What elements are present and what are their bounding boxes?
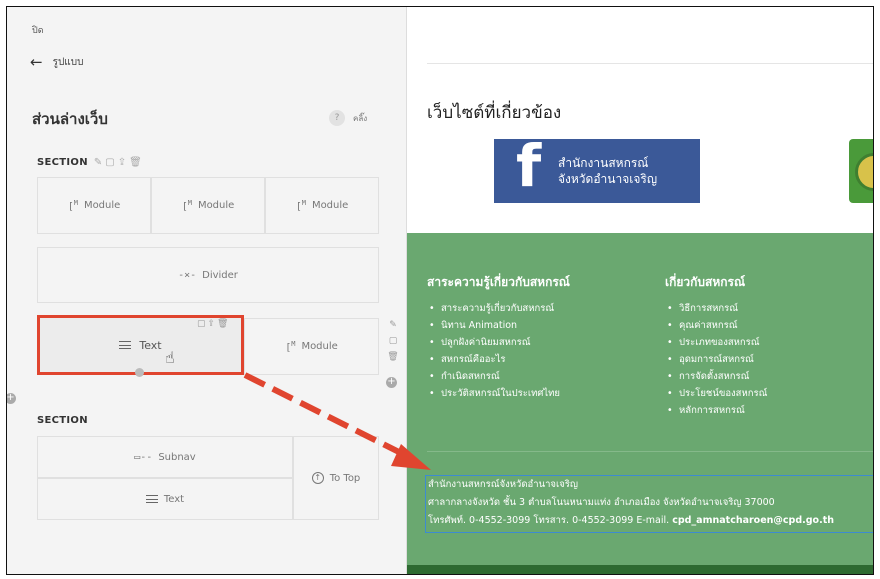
footer-link-item[interactable]: วิธีการสหกรณ์ xyxy=(665,300,767,317)
cooperative-seal-logo[interactable] xyxy=(849,139,873,203)
close-link[interactable]: ปิด xyxy=(32,23,44,37)
module-block-4[interactable]: [M Module xyxy=(244,318,379,375)
facebook-banner[interactable]: f สำนักงานสหกรณ์ จังหวัดอำนาจเจริญ xyxy=(494,132,700,203)
module-label: Module xyxy=(301,341,338,352)
editor-panel: ปิด ← รูปแบบ ส่วนล่างเว็บ ? คลิ๊ง SECTIO… xyxy=(7,7,407,574)
footer-col-2: เกี่ยวกับสหกรณ์ วิธีการสหกรณ์คุณค่าสหกรณ… xyxy=(665,273,767,419)
screenshot-frame: ปิด ← รูปแบบ ส่วนล่างเว็บ ? คลิ๊ง SECTIO… xyxy=(6,6,874,575)
module-label: Module xyxy=(197,200,235,211)
module-icon: [M xyxy=(67,198,78,213)
footer-link-item[interactable]: นิทาน Animation xyxy=(427,317,570,334)
module-block-1[interactable]: [M Module xyxy=(37,177,151,234)
footer-link-item[interactable]: ประวัติสหกรณ์ในประเทศไทย xyxy=(427,385,570,402)
module-icon: [M xyxy=(181,198,192,213)
footer-divider xyxy=(427,451,873,452)
fb-banner-line1: สำนักงานสหกรณ์ xyxy=(558,156,649,170)
section-2-label: SECTION xyxy=(37,415,88,426)
module-block-2[interactable]: [M Module xyxy=(151,177,265,234)
back-arrow-icon: ← xyxy=(30,53,43,71)
back-label: รูปแบบ xyxy=(52,57,84,68)
edit-icon[interactable]: ✎ xyxy=(386,317,400,333)
panel-title: ส่วนล่างเว็บ xyxy=(32,110,108,128)
add-row-icon[interactable]: + xyxy=(386,377,397,388)
module-label: Module xyxy=(311,200,349,211)
footer-col-1: สาระความรู้เกี่ยวกับสหกรณ์ สาระความรู้เก… xyxy=(427,273,570,402)
duplicate-icon[interactable]: ▢ xyxy=(386,333,400,349)
to-top-label: To Top xyxy=(329,472,361,484)
add-dot-icon[interactable] xyxy=(135,368,144,377)
footer-link-item[interactable]: คุณค่าสหกรณ์ xyxy=(665,317,767,334)
footer-link-item[interactable]: การจัดตั้งสหกรณ์ xyxy=(665,368,767,385)
footer-link-item[interactable]: อุดมการณ์สหกรณ์ xyxy=(665,351,767,368)
to-top-block[interactable]: ↑ To Top xyxy=(293,436,379,520)
contact-line3: โทรศัพท์. 0-4552-3099 โทรสาร. 0-4552-309… xyxy=(428,515,834,526)
col2-title: เกี่ยวกับสหกรณ์ xyxy=(665,275,746,289)
text-label: Text xyxy=(139,338,162,352)
col1-list: สาระความรู้เกี่ยวกับสหกรณ์นิทาน Animatio… xyxy=(427,300,570,402)
text-lines-icon xyxy=(119,341,132,349)
section-1-header: SECTION ✎▢⇪🗑 xyxy=(37,157,145,168)
to-top-icon: ↑ xyxy=(311,472,324,484)
related-sites-title: เว็บไซต์ที่เกี่ยวข้อง xyxy=(427,103,562,123)
module-icon: [M xyxy=(295,198,306,213)
subnav-label: Subnav xyxy=(158,451,196,463)
add-section-icon[interactable]: + xyxy=(7,393,16,404)
footer-bottom-strip xyxy=(407,565,873,574)
footer-link-item[interactable]: กำเนิดสหกรณ์ xyxy=(427,368,570,385)
subnav-block[interactable]: ▭-- Subnav xyxy=(37,436,293,478)
col1-title: สาระความรู้เกี่ยวกับสหกรณ์ xyxy=(427,275,570,289)
help-text[interactable]: คลิ๊ง xyxy=(353,112,367,125)
footer-link-item[interactable]: ปลูกฝังค่านิยมสหกรณ์ xyxy=(427,334,570,351)
divider-icon: -×- xyxy=(178,269,197,281)
module-icon: [M xyxy=(285,339,296,354)
text-block-2[interactable]: Text xyxy=(37,478,293,520)
help-icon[interactable]: ? xyxy=(329,110,345,126)
delete-icon[interactable]: 🗑 xyxy=(386,349,400,365)
col2-list: วิธีการสหกรณ์คุณค่าสหกรณ์ประเภทของสหกรณ์… xyxy=(665,300,767,419)
back-button[interactable]: ← รูปแบบ xyxy=(30,55,83,70)
footer-link-item[interactable]: ประโยชน์ของสหกรณ์ xyxy=(665,385,767,402)
footer-link-item[interactable]: หลักการสหกรณ์ xyxy=(665,402,767,419)
section-1-label: SECTION xyxy=(37,157,88,168)
footer-link-item[interactable]: ประเภทของสหกรณ์ xyxy=(665,334,767,351)
page-preview: เว็บไซต์ที่เกี่ยวข้อง f สำนักงานสหกรณ์ จ… xyxy=(407,7,873,574)
section-2-header: SECTION xyxy=(37,415,88,426)
footer-green-area: สาระความรู้เกี่ยวกับสหกรณ์ สาระความรู้เก… xyxy=(407,233,873,565)
row-tools-icons[interactable]: ✎ ▢ 🗑 xyxy=(386,317,400,365)
text-label: Text xyxy=(163,493,185,505)
module-block-3[interactable]: [M Module xyxy=(265,177,379,234)
divider-line xyxy=(427,63,873,64)
divider-block[interactable]: -×- Divider xyxy=(37,247,379,303)
subnav-icon: ▭-- xyxy=(134,451,153,463)
footer-link-item[interactable]: สาระความรู้เกี่ยวกับสหกรณ์ xyxy=(427,300,570,317)
contact-email[interactable]: cpd_amnatcharoen@cpd.go.th xyxy=(672,515,834,526)
module-label: Module xyxy=(83,200,121,211)
block-tools-icons[interactable]: ▢⇪🗑 xyxy=(197,319,230,329)
facebook-icon: f xyxy=(516,132,542,200)
contact-text-block[interactable]: สำนักงานสหกรณ์จังหวัดอำนาจเจริญ ศาลากลาง… xyxy=(425,475,873,533)
hand-cursor-icon: ☝ xyxy=(165,348,175,367)
contact-line2: ศาลากลางจังหวัด ชั้น 3 ตำบลโนนหนามแท่ง อ… xyxy=(428,497,775,508)
contact-line1: สำนักงานสหกรณ์จังหวัดอำนาจเจริญ xyxy=(428,479,578,490)
fb-banner-line2: จังหวัดอำนาจเจริญ xyxy=(558,172,658,186)
divider-label: Divider xyxy=(202,269,238,281)
footer-link-item[interactable]: สหกรณ์คืออะไร xyxy=(427,351,570,368)
text-lines-icon xyxy=(145,495,158,503)
section-tools-icons[interactable]: ✎▢⇪🗑 xyxy=(94,157,145,168)
